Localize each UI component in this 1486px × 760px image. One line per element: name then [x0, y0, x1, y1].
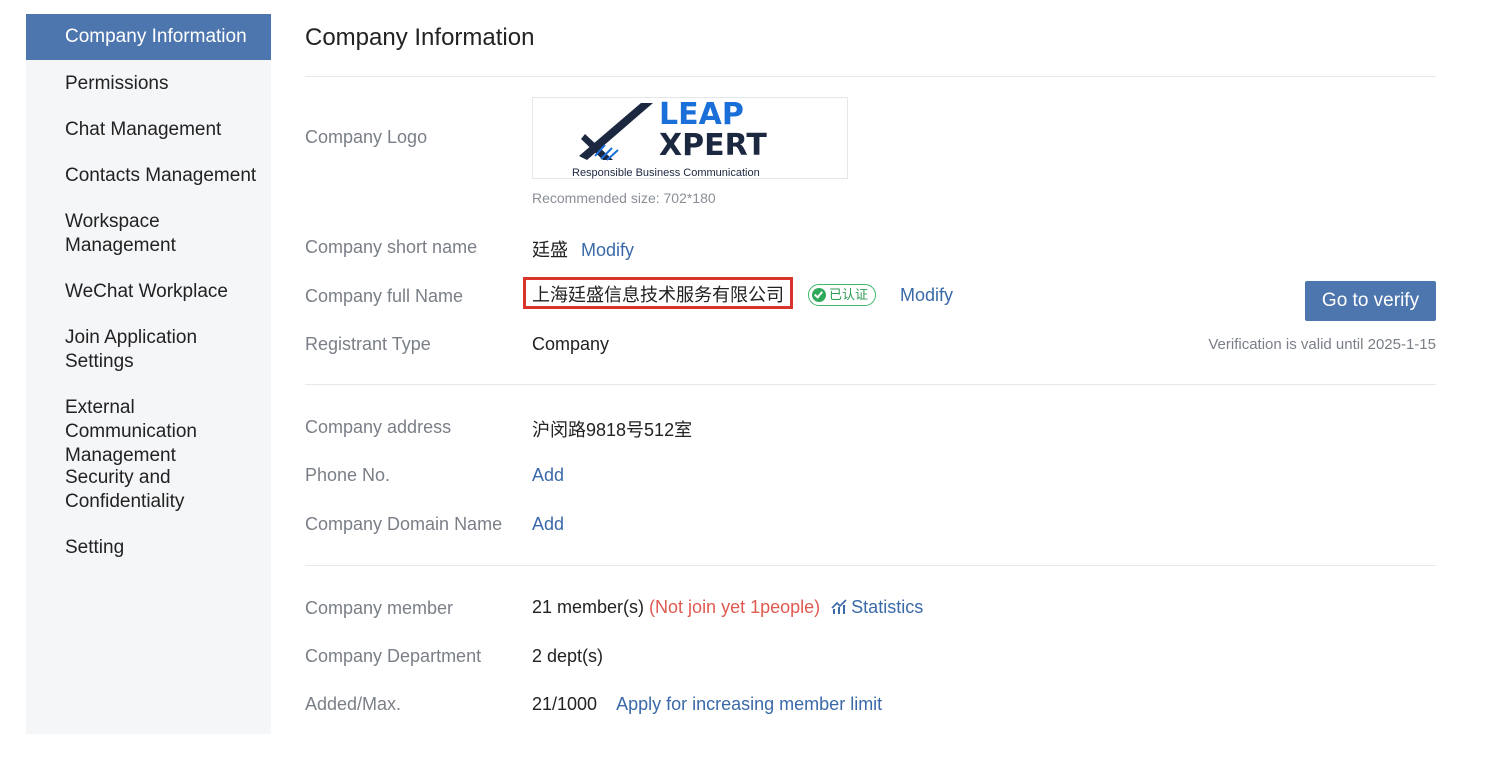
verified-shield-icon — [812, 287, 826, 302]
sidebar-item-setting[interactable]: Setting — [26, 536, 271, 560]
sidebar-item-permissions[interactable]: Permissions — [26, 72, 271, 96]
page-title: Company Information — [305, 24, 535, 51]
company-department-value: 2 dept(s) — [532, 646, 604, 666]
registrant-type-label: Registrant Type — [305, 334, 431, 354]
add-phone-link[interactable]: Add — [532, 465, 564, 486]
sidebar: Company Information Permissions Chat Man… — [26, 14, 271, 734]
verification-validity-text: Verification is valid until 2025-1-15 — [1208, 336, 1436, 353]
verified-badge: 已认证 — [808, 284, 877, 306]
company-short-name-label: Company short name — [305, 237, 478, 257]
company-full-name-value: 上海廷盛信息技术服务有限公司 — [523, 277, 793, 309]
company-member-label: Company member — [305, 598, 454, 618]
logo-size-hint: Recommended size: 702*180 — [532, 190, 716, 206]
logo-word-xpert: XPERT — [659, 128, 767, 163]
company-logo-label: Company Logo — [305, 127, 428, 147]
sidebar-item-security-and-confidentiality[interactable]: Security and Confidentiality — [26, 466, 271, 514]
company-address-value: 沪闵路9818号512室 — [532, 420, 693, 440]
main-panel: Company Information Company Logo LEAP XP… — [305, 0, 1440, 760]
statistics-link[interactable]: Statistics — [851, 597, 923, 617]
company-full-name-label: Company full Name — [305, 286, 464, 306]
company-domain-label: Company Domain Name — [305, 514, 503, 534]
statistics-icon[interactable] — [831, 598, 847, 619]
go-to-verify-button[interactable]: Go to verify — [1305, 281, 1436, 321]
added-max-label: Added/Max. — [305, 694, 402, 714]
add-domain-link[interactable]: Add — [532, 514, 564, 535]
logo-tagline: Responsible Business Communication — [572, 167, 760, 179]
sidebar-item-join-application-settings[interactable]: Join Application Settings — [26, 326, 271, 374]
sidebar-item-contacts-management[interactable]: Contacts Management — [26, 164, 271, 188]
company-address-label: Company address — [305, 417, 452, 437]
apply-increase-limit-link[interactable]: Apply for increasing member limit — [616, 694, 882, 714]
divider — [305, 565, 1436, 566]
divider — [305, 76, 1436, 77]
divider — [305, 384, 1436, 385]
company-member-row: 21 member(s) (Not join yet 1people) Stat… — [532, 597, 923, 619]
verified-badge-label: 已认证 — [829, 287, 869, 302]
registrant-type-value: Company — [532, 334, 610, 354]
logo-word-leap: LEAP — [659, 98, 744, 132]
added-max-value: 21/1000 — [532, 694, 598, 714]
pending-members-text: (Not join yet 1people) — [649, 597, 821, 617]
member-count: 21 member(s) — [532, 597, 645, 617]
sidebar-item-chat-management[interactable]: Chat Management — [26, 118, 271, 142]
sidebar-item-workspace-management[interactable]: Workspace Management — [26, 210, 271, 258]
company-short-name-value: 廷盛 — [532, 240, 568, 260]
company-short-name-row: 廷盛 Modify — [532, 236, 634, 262]
leapxpert-logo-image: LEAP XPERT Responsible Business Communic… — [572, 97, 767, 179]
sidebar-item-external-communication-management[interactable]: External Communication Management — [26, 396, 271, 468]
company-logo[interactable]: LEAP XPERT Responsible Business Communic… — [532, 97, 848, 179]
company-department-label: Company Department — [305, 646, 482, 666]
modify-short-name-link[interactable]: Modify — [581, 240, 634, 260]
modify-full-name-link[interactable]: Modify — [900, 285, 953, 306]
sidebar-item-company-information[interactable]: Company Information — [26, 14, 271, 60]
sidebar-item-wechat-workplace[interactable]: WeChat Workplace — [26, 280, 271, 304]
phone-label: Phone No. — [305, 465, 391, 485]
added-max-row: 21/1000 Apply for increasing member limi… — [532, 694, 882, 715]
